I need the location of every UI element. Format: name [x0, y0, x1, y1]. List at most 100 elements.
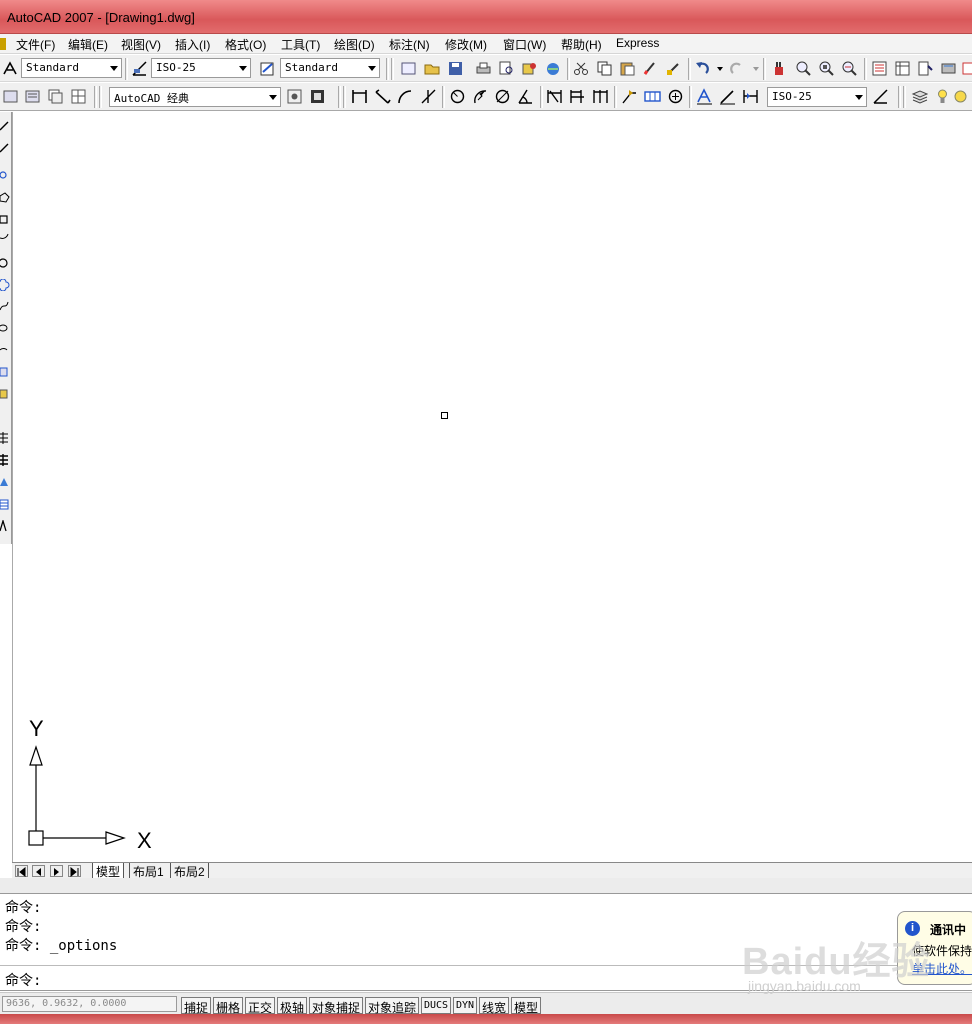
- menu-dimension[interactable]: 标注(N): [389, 36, 430, 53]
- hatch-icon[interactable]: [0, 432, 10, 444]
- model-button[interactable]: 模型: [511, 997, 542, 1015]
- publish-icon[interactable]: [521, 60, 538, 77]
- revcloud-icon[interactable]: [0, 279, 10, 291]
- region-icon[interactable]: [0, 476, 10, 488]
- menu-modify[interactable]: 修改(M): [445, 36, 487, 53]
- menu-express[interactable]: Express: [616, 36, 659, 50]
- redo-icon[interactable]: [728, 60, 745, 77]
- dimension-style-icon[interactable]: [872, 88, 889, 105]
- make-block-icon[interactable]: [0, 388, 10, 400]
- cut-icon[interactable]: [573, 60, 590, 77]
- diameter-dimension-icon[interactable]: [494, 88, 511, 105]
- menu-draw[interactable]: 绘图(D): [334, 36, 375, 53]
- block-editor-icon[interactable]: [665, 60, 682, 77]
- ducs-button[interactable]: DUCS: [421, 997, 452, 1014]
- layer-manager-icon[interactable]: [24, 88, 41, 105]
- jogged-dimension-icon[interactable]: [472, 88, 489, 105]
- aligned-dimension-icon[interactable]: [374, 88, 391, 105]
- coordinate-display[interactable]: 9636, 0.9632, 0.0000: [2, 996, 177, 1012]
- circle-icon[interactable]: [0, 257, 10, 269]
- construction-line-icon[interactable]: [0, 142, 10, 154]
- lineweight-button[interactable]: 线宽: [479, 997, 510, 1015]
- splitter[interactable]: [0, 878, 972, 894]
- matchprop-icon[interactable]: [642, 60, 659, 77]
- dim-style-icon[interactable]: [131, 60, 148, 77]
- tab-layout2[interactable]: 布局2: [170, 863, 209, 879]
- viewports-icon[interactable]: [70, 88, 87, 105]
- menu-file[interactable]: 文件(F): [16, 36, 55, 53]
- markup-icon[interactable]: [962, 60, 972, 77]
- snap-button[interactable]: 捕捉: [181, 997, 212, 1015]
- app-menu-icon[interactable]: [0, 38, 6, 50]
- insert-block-icon[interactable]: [0, 366, 10, 378]
- menu-view[interactable]: 视图(V): [121, 36, 161, 53]
- continue-dimension-icon[interactable]: [592, 88, 609, 105]
- menu-insert[interactable]: 插入(I): [175, 36, 210, 53]
- baseline-dimension-icon[interactable]: [569, 88, 586, 105]
- new-icon[interactable]: [400, 60, 417, 77]
- workspace-select[interactable]: AutoCAD 经典: [109, 87, 281, 107]
- tool-palettes-icon[interactable]: [917, 60, 934, 77]
- polygon-icon[interactable]: [0, 192, 10, 204]
- dim-style-select[interactable]: ISO-25: [151, 58, 251, 78]
- pan-icon[interactable]: [771, 60, 788, 77]
- zoom-realtime-icon[interactable]: [795, 60, 812, 77]
- radius-dimension-icon[interactable]: [449, 88, 466, 105]
- rectangle-icon[interactable]: [0, 214, 10, 226]
- workspace-save-icon[interactable]: [309, 88, 326, 105]
- center-mark-icon[interactable]: [667, 88, 684, 105]
- redo-dropdown-icon[interactable]: [753, 67, 759, 71]
- drawing-area[interactable]: Y X: [12, 112, 972, 862]
- workspace-settings-icon[interactable]: [286, 88, 303, 105]
- properties-icon[interactable]: [871, 60, 888, 77]
- polar-button[interactable]: 极轴: [277, 997, 308, 1015]
- first-tab-button[interactable]: [15, 865, 28, 878]
- undo-icon[interactable]: [694, 60, 711, 77]
- spline-icon[interactable]: [0, 300, 10, 312]
- ellipse-arc-icon[interactable]: [0, 344, 10, 356]
- design-center-icon[interactable]: [894, 60, 911, 77]
- dimension-text-edit-icon[interactable]: [719, 88, 736, 105]
- ellipse-icon[interactable]: [0, 322, 10, 334]
- dim-style-select-2[interactable]: ISO-25: [767, 87, 867, 107]
- table-icon[interactable]: [0, 498, 10, 510]
- layer-icon[interactable]: [911, 88, 928, 105]
- plot-icon[interactable]: [475, 60, 492, 77]
- menu-help[interactable]: 帮助(H): [561, 36, 602, 53]
- ortho-button[interactable]: 正交: [245, 997, 276, 1015]
- otrack-button[interactable]: 对象追踪: [365, 997, 420, 1015]
- paste-icon[interactable]: [619, 60, 636, 77]
- arc-icon[interactable]: [0, 230, 10, 242]
- text-style-icon[interactable]: [2, 60, 19, 77]
- dimension-update-icon[interactable]: [742, 88, 759, 105]
- angular-dimension-icon[interactable]: [517, 88, 534, 105]
- menu-window[interactable]: 窗口(W): [503, 36, 546, 53]
- tab-model[interactable]: 模型: [92, 863, 125, 879]
- leader-icon[interactable]: [621, 88, 638, 105]
- text-style-select[interactable]: Standard: [21, 58, 122, 78]
- open-icon[interactable]: [424, 60, 441, 77]
- menu-format[interactable]: 格式(O): [225, 36, 266, 53]
- preview-icon[interactable]: [498, 60, 515, 77]
- save-icon[interactable]: [447, 60, 464, 77]
- last-tab-button[interactable]: [68, 865, 81, 878]
- web-icon[interactable]: [545, 60, 562, 77]
- sun-icon[interactable]: [952, 88, 969, 105]
- arc-length-icon[interactable]: [397, 88, 414, 105]
- tolerance-icon[interactable]: [644, 88, 661, 105]
- sheet-set-icon[interactable]: [940, 60, 957, 77]
- dimension-edit-icon[interactable]: [696, 88, 713, 105]
- layer-state-icon[interactable]: [2, 88, 19, 105]
- linear-dimension-icon[interactable]: [351, 88, 368, 105]
- grid-button[interactable]: 栅格: [213, 997, 244, 1015]
- osnap-button[interactable]: 对象捕捉: [309, 997, 364, 1015]
- undo-dropdown-icon[interactable]: [717, 67, 723, 71]
- table-style-icon[interactable]: [259, 60, 276, 77]
- table-style-select[interactable]: Standard: [280, 58, 380, 78]
- dyn-button[interactable]: DYN: [453, 997, 478, 1014]
- multiline-text-icon[interactable]: [0, 520, 10, 532]
- tab-layout1[interactable]: 布局1: [129, 863, 167, 879]
- zoom-previous-icon[interactable]: [841, 60, 858, 77]
- prev-tab-button[interactable]: [32, 865, 45, 877]
- layout-icon[interactable]: [47, 88, 64, 105]
